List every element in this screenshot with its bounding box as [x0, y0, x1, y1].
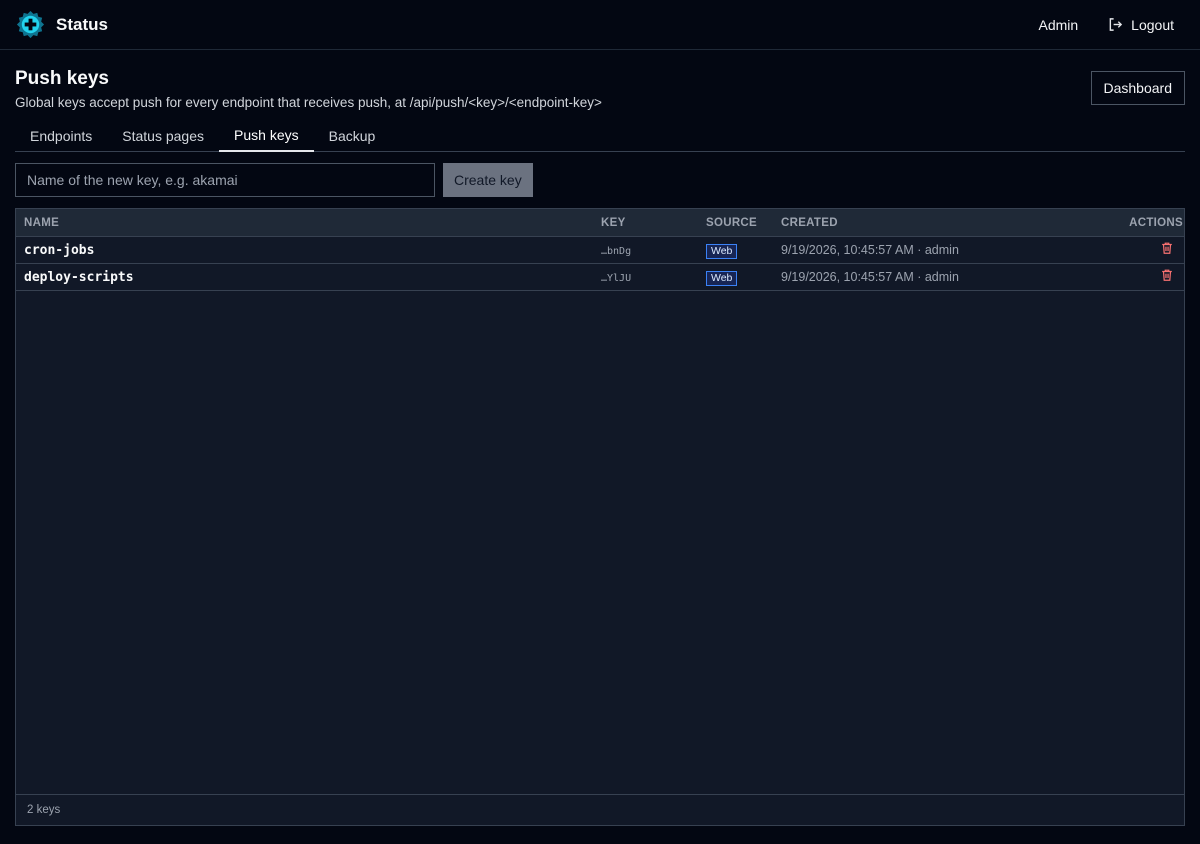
- dashboard-button[interactable]: Dashboard: [1090, 71, 1185, 105]
- top-navbar: Status Admin Logout: [0, 0, 1200, 50]
- tab-bar: Endpoints Status pages Push keys Backup: [15, 120, 1185, 152]
- tab-push-keys[interactable]: Push keys: [219, 120, 314, 152]
- tab-status-pages[interactable]: Status pages: [107, 120, 219, 151]
- new-key-name-input[interactable]: [15, 163, 435, 197]
- logout-button[interactable]: Logout: [1108, 17, 1174, 33]
- table-header: NAME KEY SOURCE CREATED ACTIONS: [16, 209, 1184, 237]
- logout-label: Logout: [1131, 16, 1174, 33]
- page-title: Push keys: [15, 68, 109, 89]
- table-row: deploy-scripts …YlJU Web 9/19/2026, 10:4…: [16, 264, 1184, 291]
- header-created: CREATED: [781, 216, 838, 229]
- page-header: Push keys Global keys accept push for ev…: [15, 50, 1185, 110]
- trash-icon[interactable]: [1160, 268, 1174, 282]
- logout-icon: [1109, 18, 1123, 31]
- app-title: Status: [56, 14, 108, 34]
- created-value: 9/19/2026, 10:45:57 AM · admin: [781, 270, 959, 284]
- header-key: KEY: [601, 216, 626, 229]
- create-key-form: Create key: [15, 163, 1185, 197]
- trash-icon[interactable]: [1160, 241, 1174, 255]
- header-name: NAME: [24, 216, 60, 229]
- tab-endpoints[interactable]: Endpoints: [15, 120, 107, 151]
- brand[interactable]: Status: [15, 9, 108, 40]
- user-menu: Admin Logout: [1038, 17, 1185, 33]
- key-count: 2 keys: [27, 804, 61, 816]
- page-subtitle: Global keys accept push for every endpoi…: [15, 95, 602, 110]
- key-name: deploy-scripts: [24, 270, 134, 285]
- user-link[interactable]: Admin: [1038, 17, 1078, 33]
- key-name: cron-jobs: [24, 243, 95, 258]
- key-suffix: …bnDg: [601, 246, 632, 257]
- create-key-button[interactable]: Create key: [443, 163, 533, 197]
- table-row: cron-jobs …bnDg Web 9/19/2026, 10:45:57 …: [16, 237, 1184, 264]
- logo-icon: [16, 10, 45, 39]
- key-suffix: …YlJU: [601, 273, 632, 284]
- header-actions: ACTIONS: [1129, 216, 1183, 229]
- source-badge: Web: [706, 244, 738, 259]
- page-content: Push keys Global keys accept push for ev…: [0, 50, 1200, 826]
- header-source: SOURCE: [706, 216, 758, 229]
- push-keys-table: NAME KEY SOURCE CREATED ACTIONS cron-job…: [15, 208, 1185, 826]
- source-badge: Web: [706, 271, 738, 286]
- table-footer: 2 keys: [16, 794, 1184, 825]
- tab-backup[interactable]: Backup: [314, 120, 391, 151]
- created-value: 9/19/2026, 10:45:57 AM · admin: [781, 243, 959, 257]
